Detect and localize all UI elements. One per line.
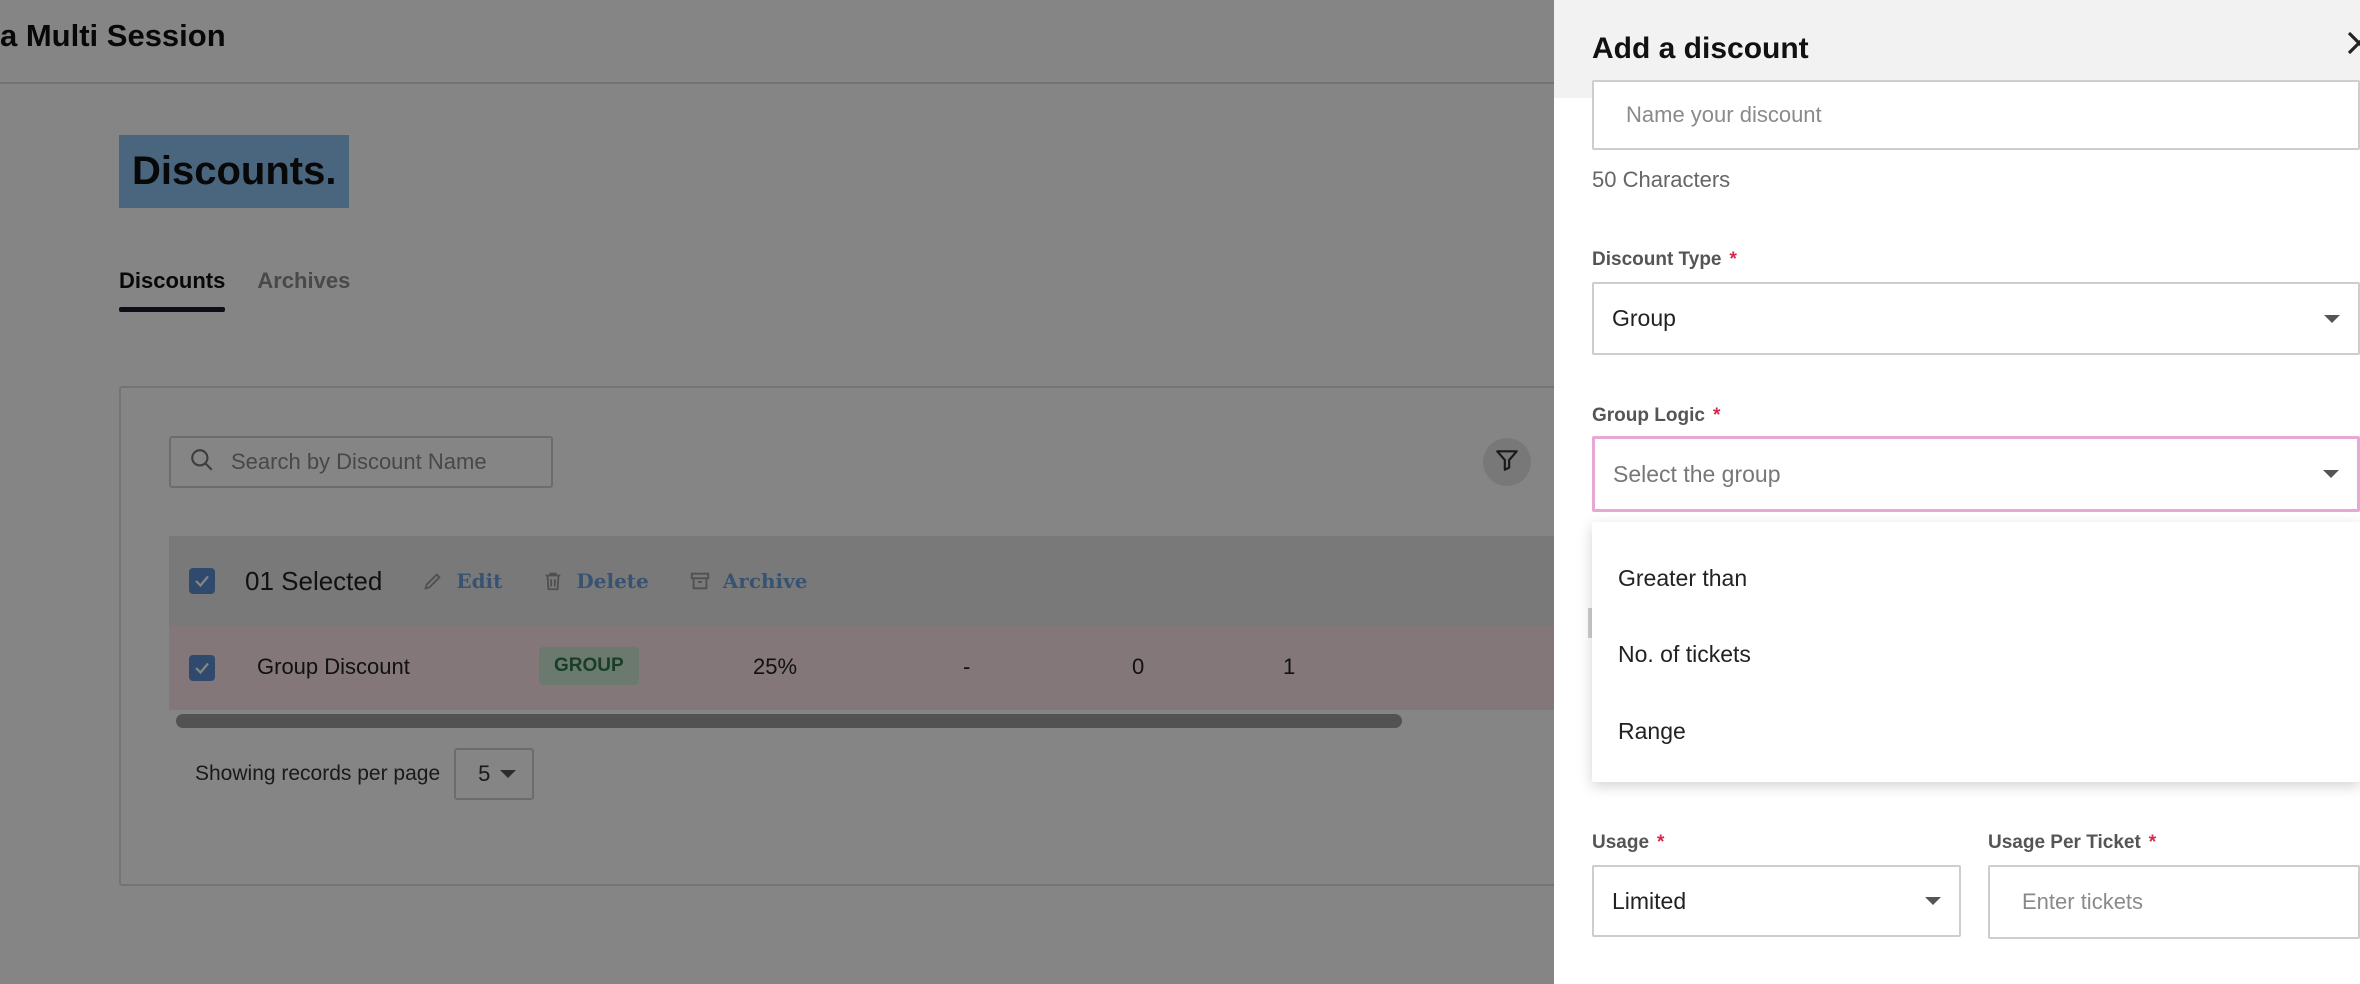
option-no-of-tickets[interactable]: No. of tickets: [1592, 623, 2360, 685]
discount-type-label: Discount Type *: [1592, 249, 1737, 271]
required-marker: *: [1657, 832, 1665, 853]
caret-down-icon: [2324, 314, 2340, 323]
usage-value: Limited: [1612, 887, 1687, 914]
group-logic-dropdown: Greater than No. of tickets Range: [1592, 522, 2360, 782]
required-marker: *: [2148, 832, 2157, 853]
discount-type-value: Group: [1612, 305, 1676, 331]
group-logic-label: Group Logic *: [1592, 405, 1720, 427]
required-marker: *: [1729, 249, 1737, 270]
usage-per-ticket-label-text: Usage Per Ticket: [1988, 832, 2141, 853]
group-logic-label-text: Group Logic: [1592, 405, 1705, 426]
usage-per-ticket-input[interactable]: [1988, 865, 2360, 939]
drawer-title: Add a discount: [1592, 32, 1809, 65]
discount-type-label-text: Discount Type: [1592, 249, 1722, 270]
group-logic-placeholder: Select the group: [1613, 460, 1781, 487]
usage-per-ticket-label: Usage Per Ticket *: [1988, 832, 2156, 854]
close-icon: [2347, 31, 2360, 55]
caret-down-icon: [2323, 470, 2339, 478]
required-marker: *: [1712, 405, 1721, 426]
character-limit-hint: 50 Characters: [1592, 167, 1731, 192]
usage-select[interactable]: Limited: [1592, 865, 1961, 937]
discount-type-select[interactable]: Group: [1592, 282, 2360, 355]
option-range[interactable]: Range: [1592, 700, 2360, 762]
discount-name-input[interactable]: [1592, 80, 2360, 150]
close-button[interactable]: [2344, 28, 2360, 68]
modal-backdrop[interactable]: [0, 0, 1554, 984]
add-discount-drawer: Add a discount 50 Characters Discount Ty…: [1554, 0, 2360, 984]
option-greater-than[interactable]: Greater than: [1592, 547, 2360, 609]
usage-label-text: Usage: [1592, 832, 1650, 853]
usage-label: Usage *: [1592, 832, 1664, 854]
group-logic-select[interactable]: Select the group: [1592, 436, 2360, 512]
caret-down-icon: [1925, 897, 1941, 905]
